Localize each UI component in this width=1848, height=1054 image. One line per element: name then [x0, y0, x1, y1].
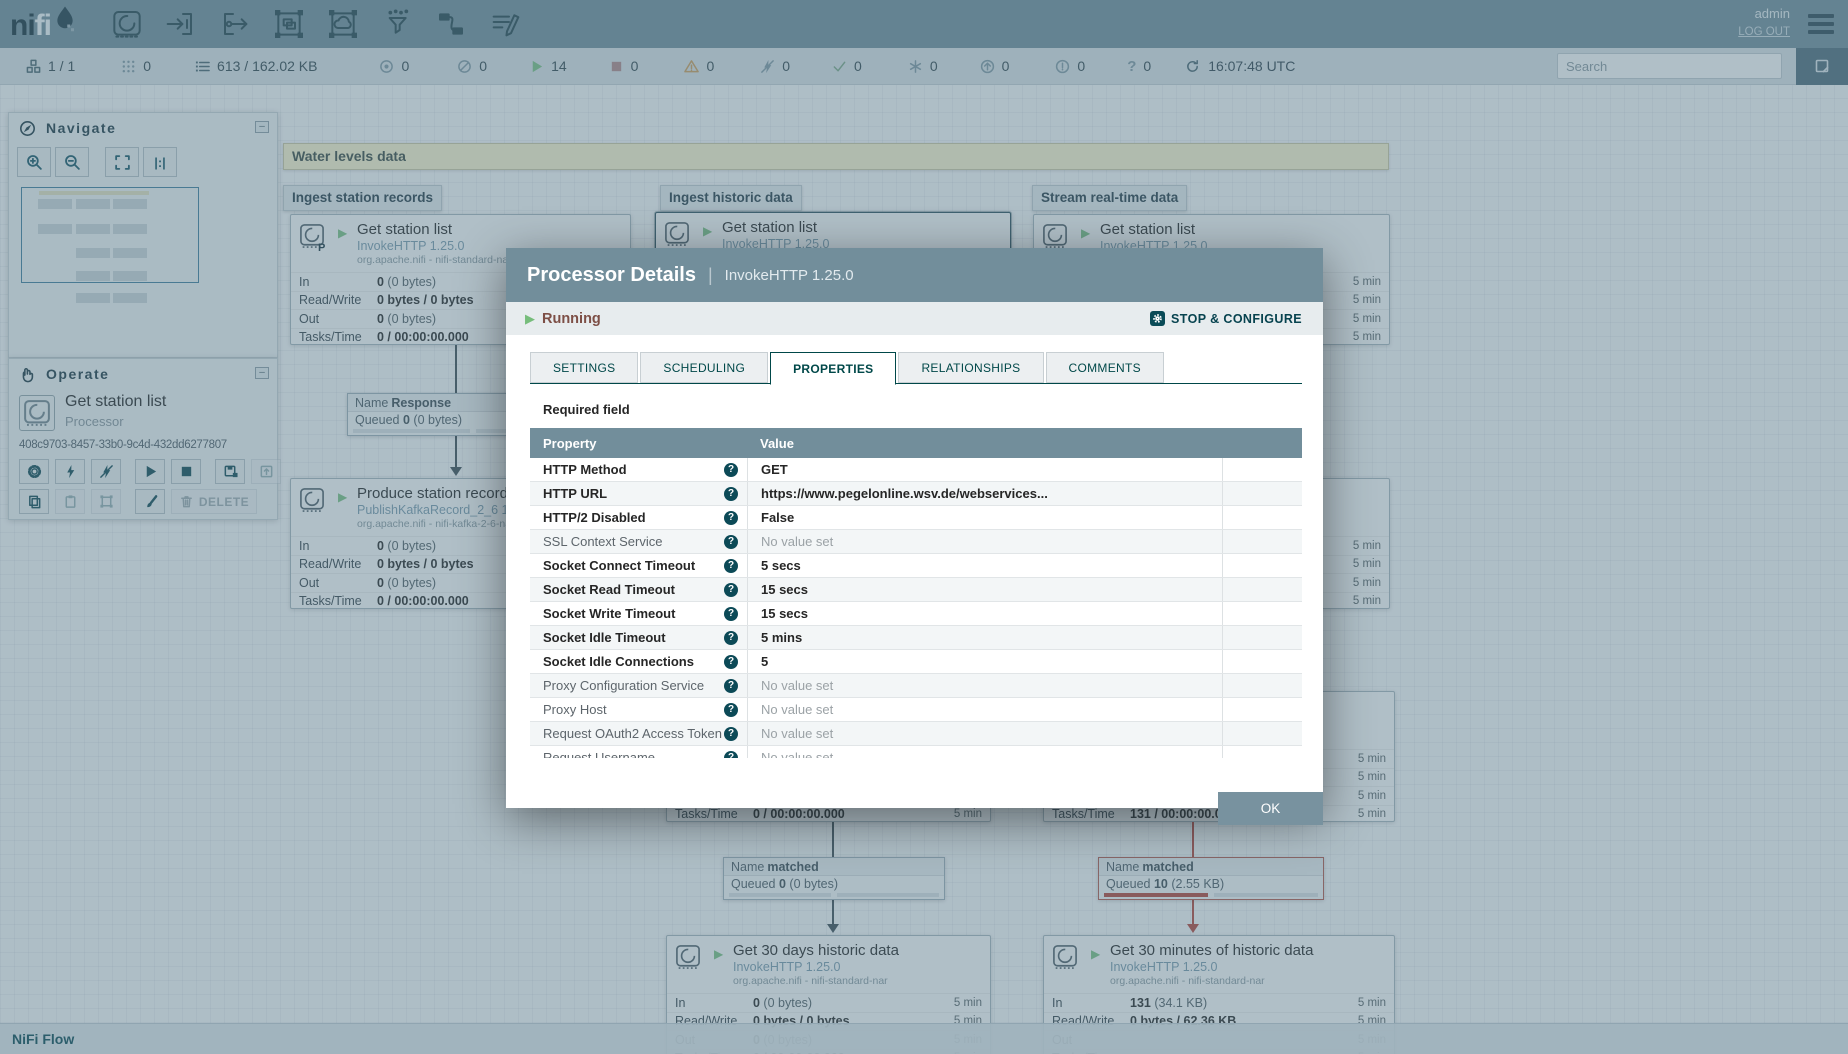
stop-configure-icon	[1150, 311, 1166, 326]
tab-settings[interactable]: SETTINGS	[530, 352, 639, 383]
dialog-header: Processor Details | InvokeHTTP 1.25.0	[506, 248, 1323, 302]
help-icon[interactable]: ?	[724, 510, 738, 525]
stop-and-configure-button[interactable]: STOP & CONFIGURE	[1150, 311, 1302, 326]
processor-details-dialog: Processor Details | InvokeHTTP 1.25.0 ▶ …	[506, 248, 1323, 825]
tab-scheduling[interactable]: SCHEDULING	[640, 352, 769, 383]
property-row[interactable]: HTTP Method? GET	[530, 458, 1302, 482]
property-row[interactable]: Socket Write Timeout? 15 secs	[530, 602, 1302, 626]
properties-table-header: Property Value	[530, 428, 1302, 458]
run-state-label: Running	[542, 310, 601, 327]
running-icon: ▶	[525, 310, 535, 326]
dialog-tabs: SETTINGS SCHEDULING PROPERTIES RELATIONS…	[530, 352, 1302, 385]
required-field-note: Required field	[543, 402, 630, 417]
help-icon[interactable]: ?	[724, 702, 738, 717]
title-separator: |	[707, 264, 713, 285]
help-icon[interactable]: ?	[724, 462, 738, 477]
ok-button[interactable]: OK	[1218, 792, 1323, 825]
help-icon[interactable]: ?	[724, 678, 738, 693]
help-icon[interactable]: ?	[724, 654, 738, 669]
help-icon[interactable]: ?	[724, 534, 738, 549]
property-row[interactable]: HTTP/2 Disabled? False	[530, 506, 1302, 530]
property-row[interactable]: Socket Idle Connections? 5	[530, 650, 1302, 674]
help-icon[interactable]: ?	[724, 582, 738, 597]
help-icon[interactable]: ?	[724, 486, 738, 501]
tab-relationships[interactable]: RELATIONSHIPS	[898, 352, 1044, 383]
dialog-title: Processor Details	[527, 263, 696, 286]
property-row[interactable]: Socket Connect Timeout? 5 secs	[530, 554, 1302, 578]
property-row[interactable]: Socket Idle Timeout? 5 mins	[530, 626, 1302, 650]
nifi-app: Water levels data Ingest station records…	[0, 0, 1848, 1054]
property-row[interactable]: Request OAuth2 Access Token Provider?No …	[530, 722, 1302, 746]
help-icon[interactable]: ?	[724, 558, 738, 573]
help-icon[interactable]: ?	[724, 630, 738, 645]
property-row[interactable]: Request Username? No value set	[530, 746, 1302, 758]
help-icon[interactable]: ?	[724, 606, 738, 621]
help-icon[interactable]: ?	[724, 750, 738, 758]
property-row[interactable]: Socket Read Timeout? 15 secs	[530, 578, 1302, 602]
property-row[interactable]: Proxy Host? No value set	[530, 698, 1302, 722]
tab-properties[interactable]: PROPERTIES	[770, 352, 897, 385]
help-icon[interactable]: ?	[724, 726, 738, 741]
property-row[interactable]: HTTP URL? https://www.pegelonline.wsv.de/…	[530, 482, 1302, 506]
tab-comments[interactable]: COMMENTS	[1045, 352, 1164, 383]
property-row[interactable]: Proxy Configuration Service? No value set	[530, 674, 1302, 698]
dialog-status-bar: ▶ Running STOP & CONFIGURE	[506, 302, 1323, 335]
dialog-subtitle: InvokeHTTP 1.25.0	[724, 266, 854, 284]
property-row[interactable]: SSL Context Service? No value set	[530, 530, 1302, 554]
properties-table: Property Value HTTP Method? GET HTTP URL? h…	[530, 428, 1302, 758]
